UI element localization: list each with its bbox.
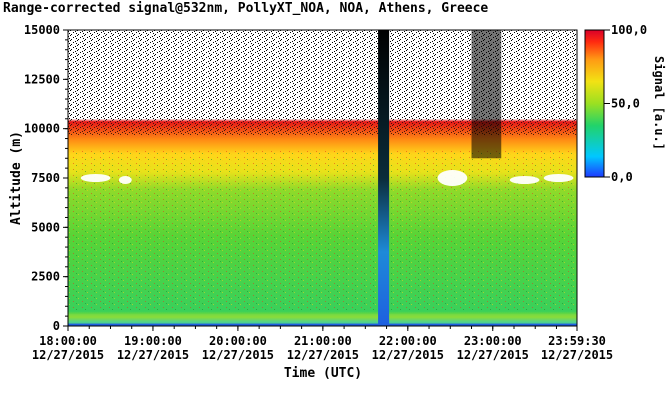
x-tick-date: 12/27/2015: [117, 348, 189, 362]
lidar-chart: 0250050007500100001250015000 18:00:0012/…: [9, 23, 666, 381]
colorbar-gradient: [584, 29, 605, 178]
y-tick-label: 10000: [24, 122, 60, 136]
dark-streak: [471, 30, 502, 159]
cloud-patch: [118, 176, 132, 184]
cloud-patch: [543, 174, 574, 182]
cloud-patch: [80, 174, 111, 182]
x-tick-date: 12/27/2015: [372, 348, 444, 362]
x-tick-date: 12/27/2015: [457, 348, 529, 362]
x-tick-time: 23:00:00: [464, 334, 522, 348]
y-tick-label: 7500: [31, 171, 60, 185]
colorbar-tick-label: 50,0: [611, 97, 640, 111]
x-tick-date: 12/27/2015: [541, 348, 613, 362]
y-tick-label: 0: [53, 319, 60, 333]
y-tick-label: 2500: [31, 270, 60, 284]
x-tick-time: 21:00:00: [294, 334, 352, 348]
y-axis-label: Altitude (m): [9, 131, 24, 225]
colorbar-ticks: 0,0 50,0 100,0: [604, 23, 647, 184]
x-tick-time: 19:00:00: [124, 334, 182, 348]
colorbar: 0,0 50,0 100,0 Signal [a.u.]: [584, 23, 666, 184]
plot-area: [67, 29, 578, 327]
x-tick-time: 20:00:00: [209, 334, 267, 348]
mid-speckle: [68, 150, 577, 310]
y-axis: 0 2500 5000 7500 10000 12500 15000: [24, 23, 68, 333]
x-tick-time: 22:00:00: [379, 334, 437, 348]
colorbar-label: Signal [a.u.]: [652, 56, 666, 150]
beam-blocked-column: [378, 30, 390, 326]
y-tick-label: 5000: [31, 220, 60, 234]
x-axis-label: Time (UTC): [284, 366, 362, 381]
x-tick-date: 12/27/2015: [287, 348, 359, 362]
cloud-patch: [509, 176, 540, 184]
x-tick-date: 12/27/2015: [32, 348, 104, 362]
x-tick-time: 23:59:30: [548, 334, 606, 348]
colorbar-tick-label: 100,0: [611, 23, 647, 37]
x-tick-time: 18:00:00: [39, 334, 97, 348]
colorbar-tick-label: 0,0: [611, 170, 633, 184]
x-tick-date: 12/27/2015: [202, 348, 274, 362]
y-tick-label: 15000: [24, 23, 60, 37]
y-tick-label: 12500: [24, 72, 60, 86]
cloud-patch: [437, 170, 468, 186]
x-axis: 18:00:0012/27/201519:00:0012/27/201520:0…: [32, 326, 613, 362]
